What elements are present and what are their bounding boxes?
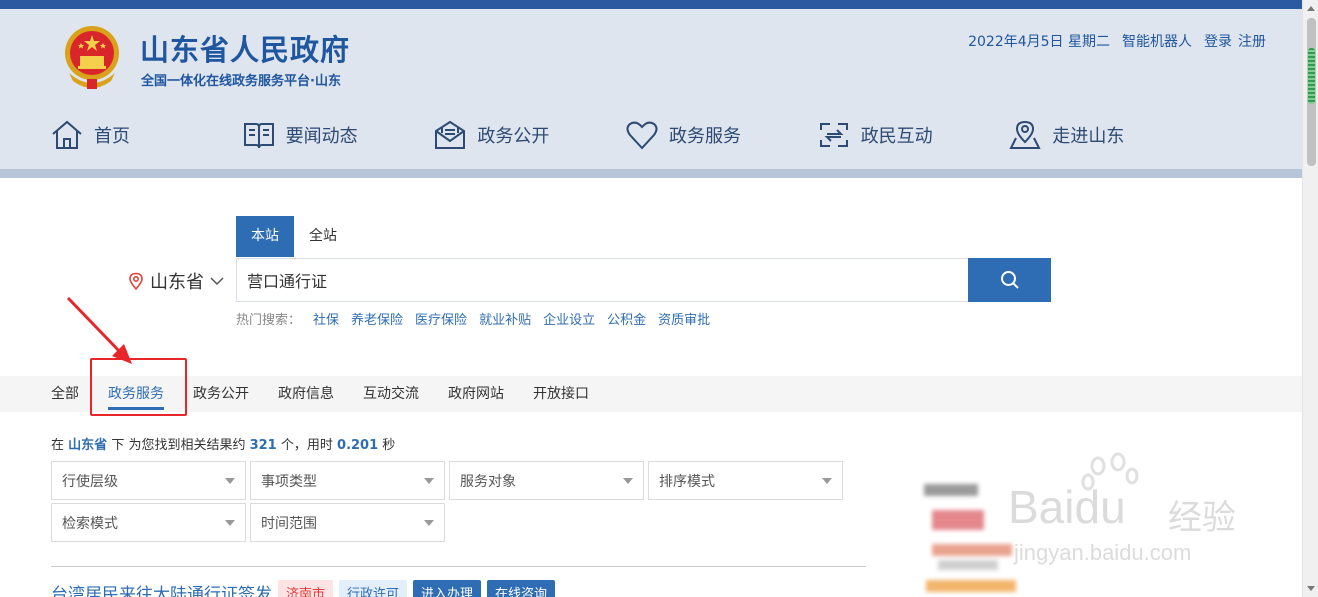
- top-accent-bar: [0, 0, 1302, 9]
- consult-button[interactable]: 在线咨询: [487, 580, 556, 597]
- hot-search-link[interactable]: 社保: [313, 309, 339, 328]
- city-tag: 济南市: [278, 580, 334, 597]
- tab-this-site[interactable]: 本站: [236, 216, 294, 257]
- region-selector[interactable]: 山东省: [128, 268, 224, 294]
- exchange-icon: [819, 123, 848, 147]
- caret-down-icon: [225, 477, 235, 484]
- result-time: 0.201: [337, 438, 379, 453]
- type-tag: 行政许可: [339, 580, 408, 597]
- chevron-down-icon: [210, 277, 224, 286]
- watermark-cn: 经验: [1168, 499, 1236, 537]
- filter-dropdowns: 行使层级 事项类型 服务对象 排序模式 检索模式 时间范围: [51, 461, 851, 542]
- top-links: 2022年4月5日 星期二 智能机器人 登录 注册: [968, 31, 1266, 51]
- annotation-highlight-box: [90, 358, 187, 416]
- caret-down-icon: [225, 519, 235, 526]
- search-scope-tabs: 本站 全站: [236, 216, 352, 257]
- watermark-brand: Baidu: [1008, 481, 1126, 533]
- nav-item-news[interactable]: 要闻动态: [242, 118, 434, 152]
- scroll-up-icon[interactable]: [1307, 6, 1315, 11]
- baidu-jingyan-watermark: Baidu 经验 jingyan.baidu.com: [1008, 452, 1253, 572]
- hot-search-link[interactable]: 公积金: [607, 309, 646, 328]
- hot-search-link[interactable]: 养老保险: [351, 309, 403, 328]
- hot-search-link[interactable]: 企业设立: [543, 309, 595, 328]
- robot-link[interactable]: 智能机器人: [1122, 31, 1192, 51]
- search-button[interactable]: [968, 258, 1051, 302]
- result-item: 台湾居民来往大陆通行证签发 济南市 行政许可 进入办理 在线咨询: [51, 580, 556, 597]
- site-title: 山东省人民政府: [140, 33, 351, 67]
- tab-interaction[interactable]: 互动交流: [363, 376, 419, 412]
- result-region: 山东省: [68, 438, 108, 453]
- nav-label: 首页: [94, 126, 130, 147]
- map-pin-icon: [1009, 120, 1041, 149]
- hot-search-link[interactable]: 资质审批: [658, 309, 710, 328]
- search-box: [236, 258, 969, 302]
- result-count: 321: [249, 438, 277, 453]
- results-divider: [51, 566, 866, 567]
- nav-item-interact[interactable]: 政民互动: [817, 118, 1009, 152]
- tab-all-sites[interactable]: 全站: [294, 216, 352, 257]
- book-icon: [243, 123, 274, 149]
- hot-search-link[interactable]: 就业补贴: [479, 309, 531, 328]
- mail-icon: [435, 120, 466, 149]
- tab-gov-sites[interactable]: 政府网站: [448, 376, 504, 412]
- nav-item-home[interactable]: 首页: [50, 118, 242, 152]
- tab-open-api[interactable]: 开放接口: [533, 376, 589, 412]
- hot-searches: 热门搜索： 社保 养老保险 医疗保险 就业补贴 企业设立 公积金 资质审批: [236, 309, 710, 328]
- login-link[interactable]: 登录: [1204, 31, 1232, 51]
- filter-search-mode[interactable]: 检索模式: [51, 503, 246, 542]
- scroll-down-icon[interactable]: [1307, 586, 1315, 591]
- nav-label: 政民互动: [860, 126, 933, 147]
- nav-label: 政务公开: [477, 126, 550, 147]
- search-input[interactable]: [237, 259, 969, 301]
- scrollbar[interactable]: [1302, 0, 1318, 597]
- search-icon: [1000, 271, 1019, 289]
- scroll-indicator: [1308, 48, 1315, 104]
- nav-label: 要闻动态: [285, 126, 358, 147]
- location-pin-icon: [129, 272, 143, 290]
- filter-audience[interactable]: 服务对象: [449, 461, 644, 500]
- nav-label: 政务服务: [669, 126, 742, 147]
- header-bottom-bar: [0, 169, 1302, 178]
- caret-down-icon: [424, 477, 434, 484]
- handle-button[interactable]: 进入办理: [413, 580, 482, 597]
- tab-gov-public[interactable]: 政务公开: [193, 376, 249, 412]
- filter-sort[interactable]: 排序模式: [648, 461, 843, 500]
- caret-down-icon: [623, 477, 633, 484]
- page: 山东省人民政府 全国一体化在线政务服务平台·山东 2022年4月5日 星期二 智…: [0, 0, 1318, 597]
- site-subtitle: 全国一体化在线政务服务平台·山东: [141, 74, 341, 89]
- caret-down-icon: [822, 477, 832, 484]
- result-title-link[interactable]: 台湾居民来往大陆通行证签发: [51, 580, 272, 597]
- nav-item-public[interactable]: 政务公开: [433, 118, 625, 152]
- national-emblem-icon: [65, 26, 119, 89]
- nav-item-about[interactable]: 走进山东: [1008, 118, 1200, 152]
- tab-all[interactable]: 全部: [51, 376, 79, 412]
- result-summary: 在 山东省 下 为您找到相关结果约 321 个，用时 0.201 秒: [51, 438, 396, 453]
- nav-label: 走进山东: [1052, 126, 1125, 147]
- heart-icon: [626, 121, 658, 150]
- filter-time-range[interactable]: 时间范围: [250, 503, 445, 542]
- main-nav: 首页 要闻动态 政务公开 政务服务 政民互动 走进山东: [50, 118, 1200, 152]
- tab-gov-info[interactable]: 政府信息: [278, 376, 334, 412]
- nav-item-service[interactable]: 政务服务: [625, 118, 817, 152]
- hot-search-label: 热门搜索：: [236, 313, 302, 328]
- filter-item-type[interactable]: 事项类型: [250, 461, 445, 500]
- home-icon: [52, 120, 82, 149]
- filter-level[interactable]: 行使层级: [51, 461, 246, 500]
- caret-down-icon: [424, 519, 434, 526]
- auth-links: 登录 注册: [1204, 31, 1266, 51]
- date-text: 2022年4月5日 星期二: [968, 34, 1110, 50]
- hot-search-link[interactable]: 医疗保险: [415, 309, 467, 328]
- region-label: 山东省: [150, 272, 204, 293]
- register-link[interactable]: 注册: [1238, 31, 1266, 51]
- watermark-url: jingyan.baidu.com: [1014, 540, 1192, 565]
